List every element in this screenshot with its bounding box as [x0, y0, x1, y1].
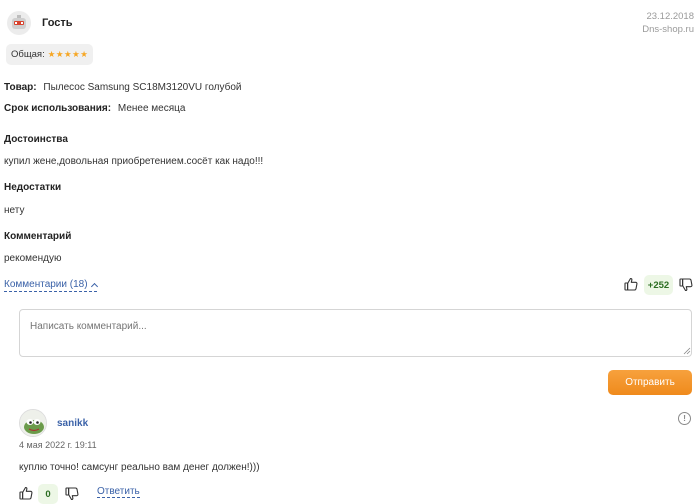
comments-toggle[interactable]: Комментарии (18) — [4, 279, 98, 292]
rating-label: Общая: — [11, 49, 45, 60]
resize-grip-icon[interactable] — [683, 347, 691, 355]
usage-row: Срок использования: Менее месяца — [4, 103, 185, 114]
comment-thumbs-up-icon[interactable] — [19, 486, 33, 500]
product-label: Товар: — [4, 82, 37, 93]
cons-title: Недостатки — [4, 182, 62, 193]
cons-text: нету — [4, 205, 25, 216]
send-comment-button[interactable]: Отправить — [608, 370, 692, 395]
comment-thumbs-down-icon[interactable] — [65, 487, 79, 501]
thumbs-down-icon[interactable] — [679, 278, 693, 292]
review-score: +252 — [644, 275, 673, 295]
rating-badge: Общая: ★★★★★ — [6, 44, 94, 65]
rating-stars: ★★★★★ — [47, 49, 89, 59]
guest-avatar — [6, 10, 32, 36]
product-row: Товар: Пылесос Samsung SC18M3120VU голуб… — [4, 82, 242, 93]
comment-title: Комментарий — [4, 231, 72, 242]
review-author: Гость — [42, 17, 73, 29]
commenter-avatar — [19, 409, 47, 437]
review-date: 23.12.2018 — [646, 11, 694, 22]
reply-link[interactable]: Ответить — [97, 486, 140, 498]
thumbs-up-icon[interactable] — [624, 277, 638, 291]
usage-label: Срок использования: — [4, 103, 112, 114]
review-source: Dns-shop.ru — [642, 24, 694, 35]
comment-input[interactable] — [19, 309, 692, 357]
product-value: Пылесос Samsung SC18M3120VU голубой — [43, 82, 242, 93]
info-icon[interactable]: ! — [678, 412, 691, 425]
comment-date: 4 мая 2022 г. 19:11 — [19, 440, 97, 450]
pros-text: купил жене,довольная приобретением.сосёт… — [4, 156, 264, 167]
chevron-up-icon — [90, 282, 98, 290]
pros-title: Достоинства — [4, 134, 68, 145]
review-header: Гость 23.12.2018 Dns-shop.ru — [6, 8, 694, 38]
comment-text: рекомендую — [4, 253, 62, 264]
comment-body: куплю точно! самсунг реально вам денег д… — [19, 462, 260, 473]
comments-toggle-label: Комментарии (18) — [4, 279, 88, 290]
usage-value: Менее месяца — [117, 103, 186, 114]
comment-score: 0 — [38, 484, 58, 504]
commenter-name[interactable]: sanikk — [57, 418, 88, 429]
